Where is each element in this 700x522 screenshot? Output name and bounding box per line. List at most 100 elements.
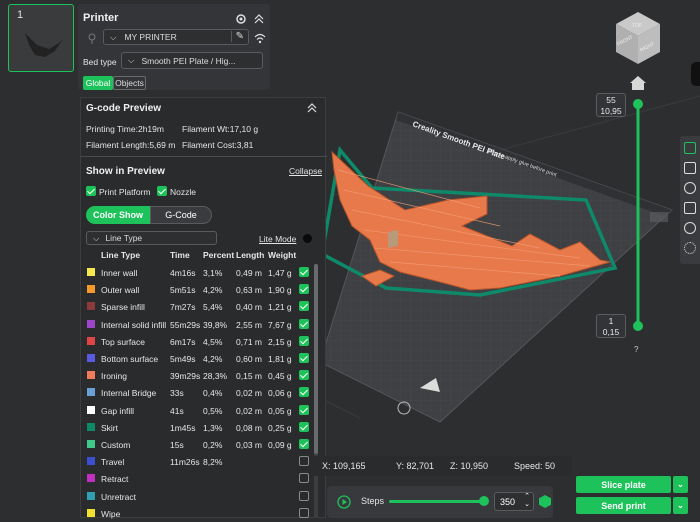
gcode-preview-panel: G-code Preview Printing Time:2h19m Filam…: [80, 97, 327, 519]
table-header: Line Type Time Percent Length Weight: [101, 250, 297, 260]
steps-input[interactable]: 350 ⌃ ⌄: [494, 492, 534, 511]
table-row[interactable]: Skirt 1m45s 1,3% 0,08 m 0,25 g: [81, 419, 327, 437]
scrollbar[interactable]: [314, 264, 318, 518]
table-row[interactable]: Internal solid infill 55m29s 39,8% 2,55 m 7,…: [81, 316, 327, 334]
color-show-tab[interactable]: Color Show: [86, 206, 150, 224]
side-handle[interactable]: [691, 62, 700, 86]
steps-slider-thumb[interactable]: [479, 496, 489, 506]
cell-weight: 0,06 g: [268, 388, 292, 399]
line-type-value: Line Type: [105, 233, 143, 243]
line-type-swatch: [87, 508, 95, 517]
bed-type-select[interactable]: ⌵ Smooth PEI Plate / Hig...: [121, 52, 263, 69]
table-row[interactable]: Bottom surface 5m49s 4,2% 0,60 m 1,81 g: [81, 350, 327, 368]
cell-name: Bottom surface: [101, 354, 159, 364]
filament-length: Filament Length:5,69 m: [86, 140, 176, 150]
cell-percent: 8,2%: [203, 457, 223, 468]
cell-name: Sparse infill: [101, 302, 145, 313]
slice-dropdown-icon[interactable]: ⌄: [673, 476, 688, 493]
grid-icon[interactable]: [684, 162, 696, 174]
visibility-checkbox[interactable]: [299, 267, 309, 277]
visibility-checkbox[interactable]: [299, 318, 309, 329]
lite-mode-toggle[interactable]: [303, 234, 312, 243]
collapse-icon[interactable]: [254, 13, 264, 25]
cell-length: 0,03 m: [236, 440, 262, 450]
visibility-checkbox[interactable]: [299, 284, 309, 295]
layer-slider-top-thumb[interactable]: [633, 99, 643, 109]
table-row[interactable]: Outer wall 5m51s 4,2% 0,63 m 1,90 g: [81, 281, 327, 299]
collapse-link[interactable]: Collapse: [289, 166, 322, 176]
table-row[interactable]: Retract: [81, 470, 327, 488]
layer-slider-bottom-thumb[interactable]: [633, 321, 643, 331]
cell-time: 4m16s: [170, 268, 196, 278]
coordinates-bar: X: 109,165 Y: 82,701 Z: 10,950 Speed: 50: [314, 456, 572, 476]
visibility-checkbox[interactable]: [299, 301, 309, 312]
bed-type-label: Bed type: [83, 57, 117, 67]
line-type-swatch: [87, 371, 95, 380]
table-row[interactable]: Unretract: [81, 488, 327, 506]
table-row[interactable]: Custom 15s 0,2% 0,03 m 0,09 g: [81, 436, 327, 454]
visibility-checkbox[interactable]: [299, 335, 309, 346]
table-row[interactable]: Ironing 39m29s 28,3% 0,15 m 0,45 g: [81, 367, 327, 385]
visibility-checkbox[interactable]: [299, 490, 309, 501]
edit-icon[interactable]: ✎: [230, 31, 244, 42]
table-row[interactable]: Travel 11m26s 8,2%: [81, 453, 327, 471]
collapse-icon[interactable]: [307, 103, 317, 113]
tab-objects[interactable]: Objects: [113, 76, 146, 90]
arrange-icon[interactable]: [684, 242, 696, 254]
slice-plate-button[interactable]: Slice plate: [576, 476, 671, 493]
visibility-checkbox[interactable]: [299, 439, 309, 449]
table-row[interactable]: Wipe: [81, 505, 327, 522]
visibility-checkbox[interactable]: [299, 473, 309, 484]
cell-percent: 1,3%: [203, 422, 223, 433]
cell-weight: 7,67 g: [268, 319, 292, 330]
visibility-checkbox[interactable]: [299, 353, 309, 363]
settings-icon[interactable]: [684, 222, 696, 234]
cell-weight: 1,47 g: [268, 268, 292, 278]
print-platform-checkbox[interactable]: [86, 186, 96, 196]
visibility-checkbox[interactable]: [299, 456, 309, 467]
wifi-icon[interactable]: [254, 32, 266, 44]
cell-name: Travel: [101, 457, 125, 468]
home-icon[interactable]: [630, 76, 646, 90]
filament-icon: [539, 495, 551, 508]
stepper-icon[interactable]: ⌃ ⌄: [524, 493, 530, 509]
help-icon[interactable]: ?: [634, 345, 638, 354]
cell-time: 39m29s: [170, 371, 201, 382]
support-icon[interactable]: [684, 202, 696, 214]
speed-icon[interactable]: [684, 182, 696, 194]
table-row[interactable]: Top surface 6m17s 4,5% 0,71 m 2,15 g: [81, 333, 327, 351]
gear-icon[interactable]: [235, 13, 247, 25]
visibility-checkbox[interactable]: [299, 370, 309, 381]
scrollbar-thumb[interactable]: [314, 264, 318, 454]
cell-name: Ironing: [101, 371, 127, 382]
visibility-checkbox[interactable]: [299, 404, 309, 415]
cell-time: 1m45s: [170, 422, 196, 433]
tab-global[interactable]: Global: [83, 76, 113, 90]
visibility-checkbox[interactable]: [299, 421, 309, 432]
lite-mode-link[interactable]: Lite Mode: [259, 234, 296, 244]
steps-slider[interactable]: [389, 500, 485, 503]
play-icon[interactable]: [337, 495, 351, 509]
visibility-checkbox[interactable]: [299, 507, 309, 518]
top-layer-height: 10,95: [600, 105, 622, 116]
table-row[interactable]: Inner wall 4m16s 3,1% 0,49 m 1,47 g: [81, 264, 327, 282]
visibility-checkbox[interactable]: [299, 387, 309, 398]
table-row[interactable]: Gap infill 41s 0,5% 0,02 m 0,05 g: [81, 402, 327, 420]
view-cube[interactable]: TOP FRONT RIGHT: [616, 12, 660, 64]
cell-length: 0,71 m: [236, 336, 262, 347]
plate-thumbnail-model: [25, 33, 63, 57]
send-dropdown-icon[interactable]: ⌄: [673, 497, 688, 514]
chevron-down-icon: ⌵: [128, 55, 135, 65]
cell-weight: 0,45 g: [268, 371, 292, 382]
line-type-select[interactable]: ⌵ Line Type: [86, 231, 217, 245]
gcode-tab[interactable]: G-Code: [150, 206, 212, 224]
filament-weight: Filament Wt:17,10 g: [182, 124, 259, 134]
cell-length: 0,49 m: [236, 268, 262, 278]
send-print-button[interactable]: Send print: [576, 497, 671, 514]
nozzle-checkbox[interactable]: [157, 186, 167, 196]
layers-icon[interactable]: [684, 142, 696, 154]
table-row[interactable]: Internal Bridge 33s 0,4% 0,02 m 0,06 g: [81, 384, 327, 402]
plate-thumbnail[interactable]: 1: [8, 4, 74, 72]
printer-select[interactable]: ⌵ MY PRINTER ✎: [103, 29, 249, 45]
table-row[interactable]: Sparse infill 7m27s 5,4% 0,40 m 1,21 g: [81, 298, 327, 316]
